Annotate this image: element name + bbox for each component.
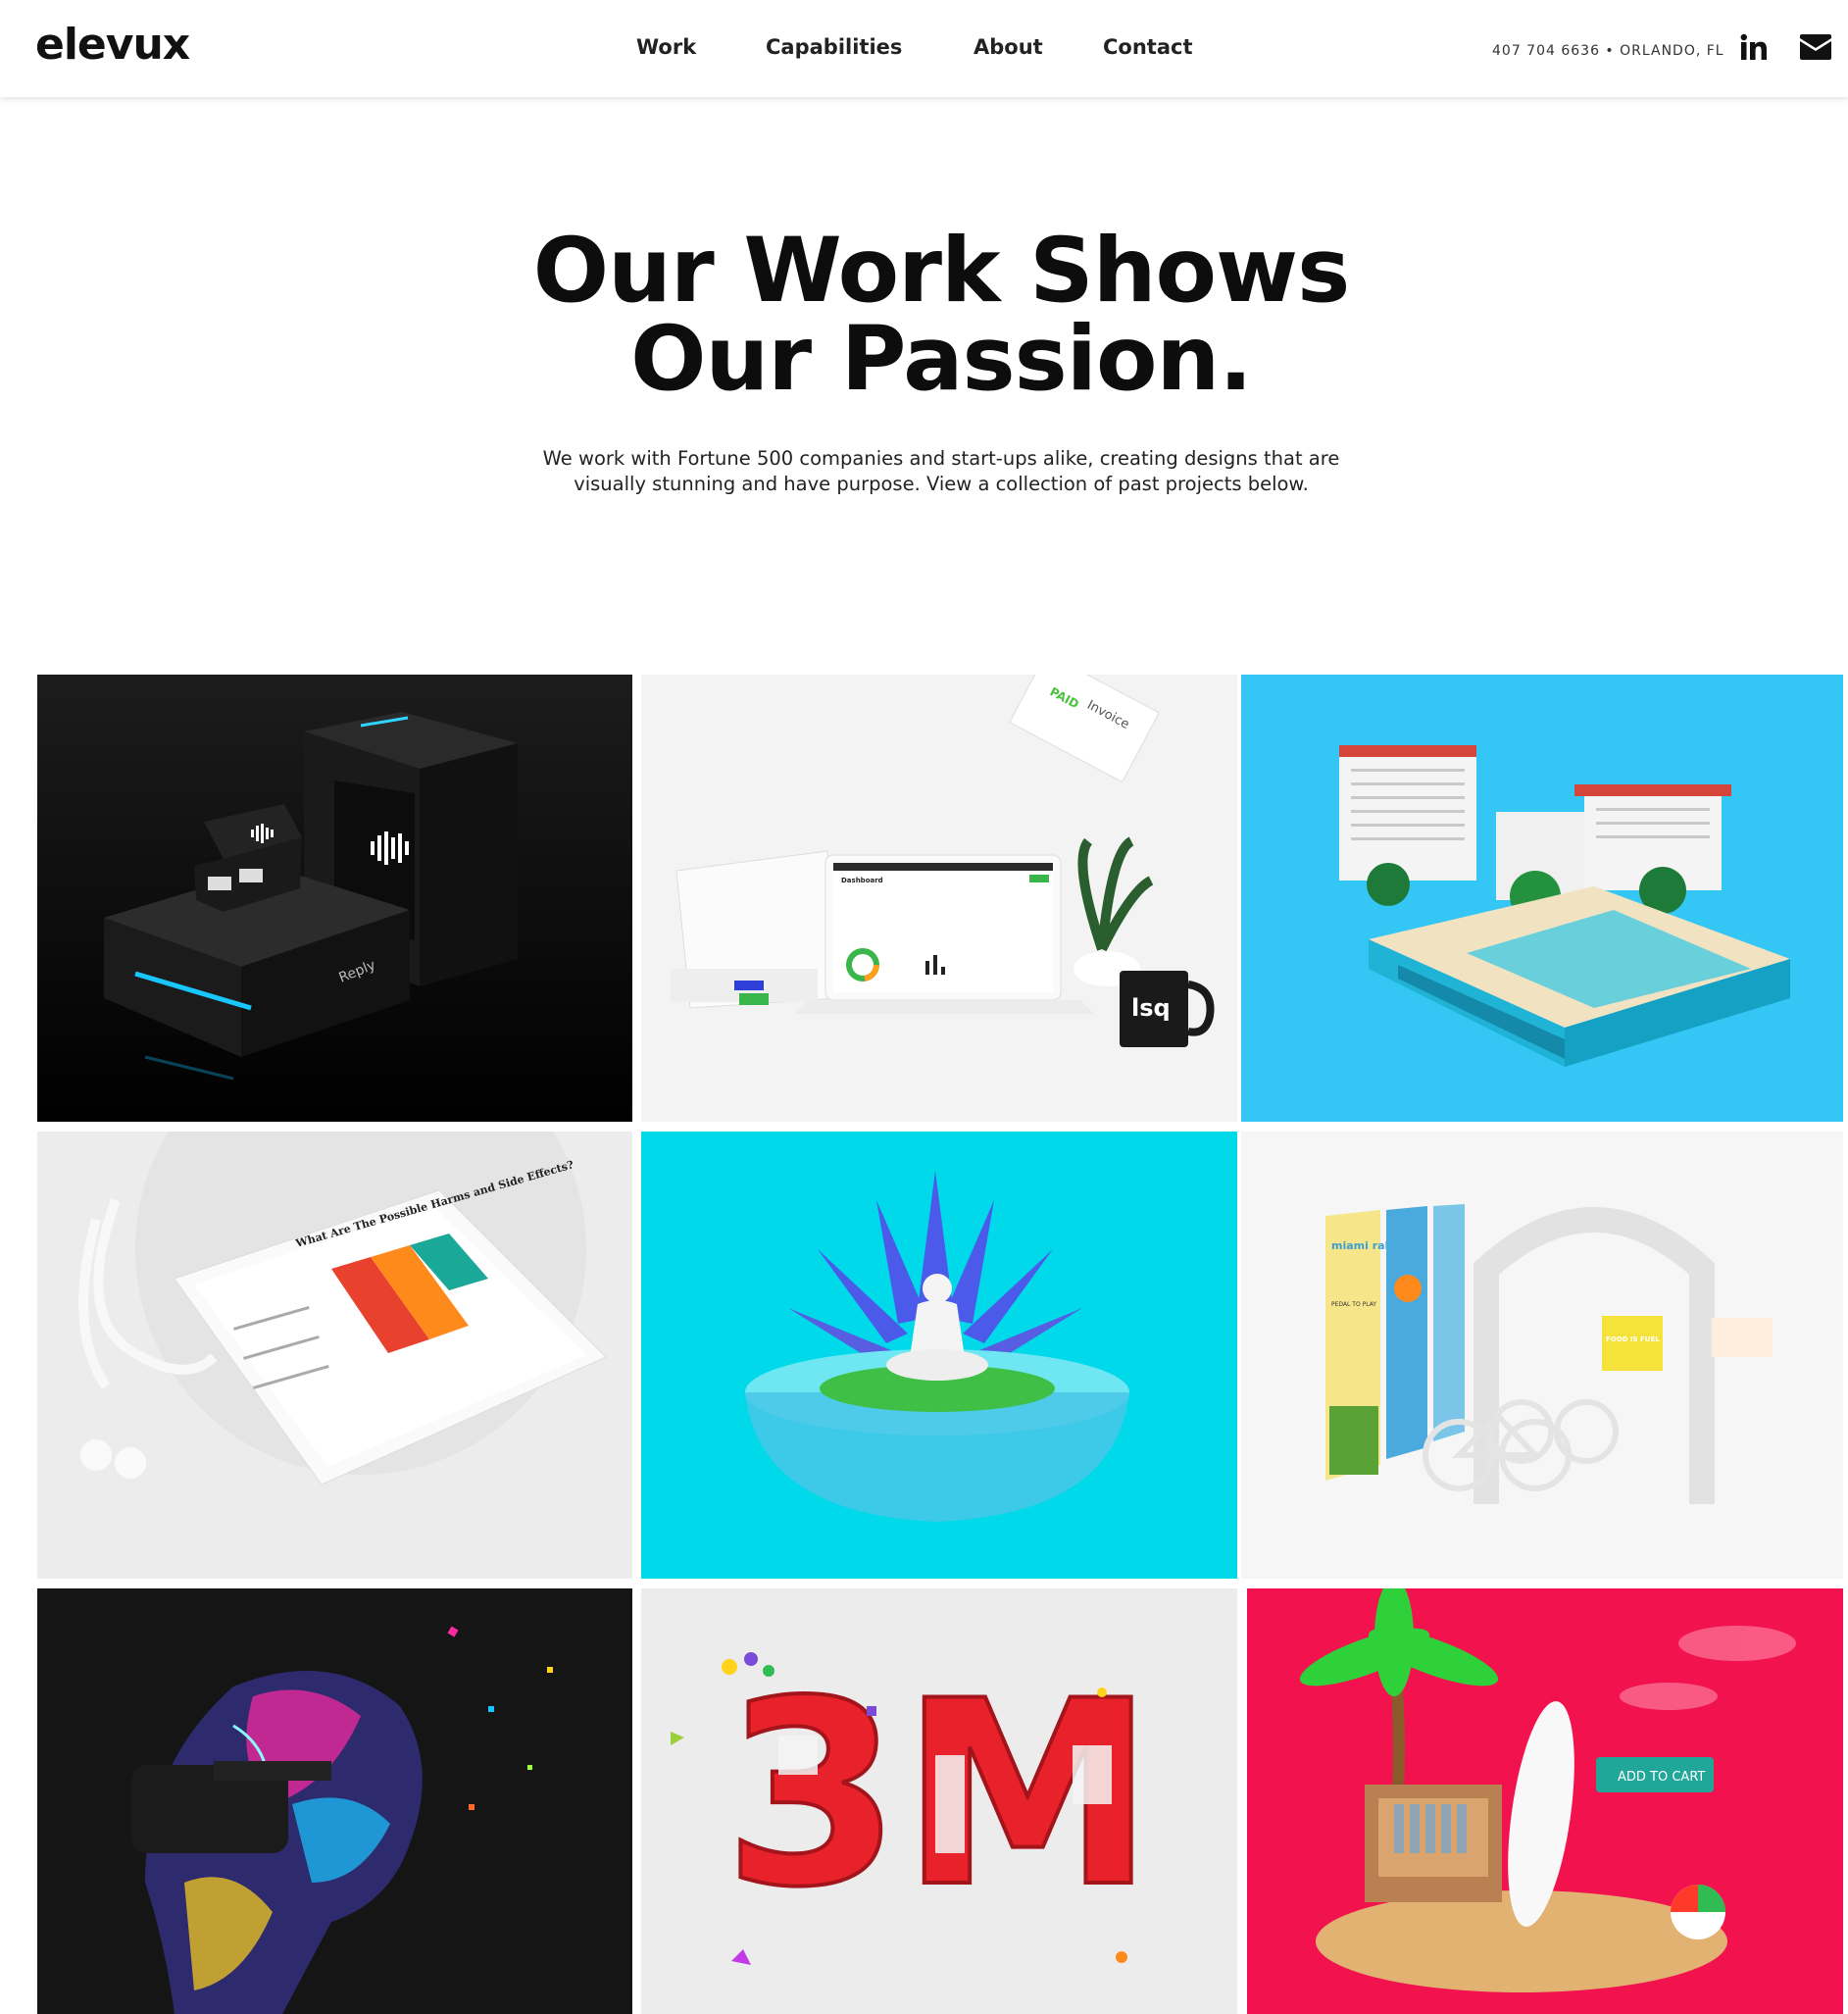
nav-item-work[interactable]: Work: [636, 35, 696, 59]
3m-illustration: 3M: [641, 1588, 1237, 2014]
lsq-dashboard-illustration: Invoice PAID Dashboard lsq: [641, 675, 1237, 1122]
page-intro: We work with Fortune 500 companies and s…: [0, 446, 1848, 497]
page-intro-line-1: We work with Fortune 500 companies and s…: [542, 447, 1340, 470]
portfolio-tile-beach-shop[interactable]: ADD TO CART: [1247, 1588, 1843, 2014]
portfolio-tile-3m[interactable]: 3M: [641, 1588, 1237, 2014]
nav-item-about[interactable]: About: [974, 35, 1043, 59]
resort-island-illustration: [1241, 675, 1843, 1122]
poster-subtitle: PEDAL TO PLAY: [1331, 1301, 1376, 1308]
page-title-line-2: Our Passion.: [630, 308, 1253, 411]
site-header: elevux Work Capabilities About Contact 4…: [0, 0, 1848, 97]
miami-rally-illustration: miami rally PEDAL TO PLAY FOOD IS FUEL: [1241, 1132, 1843, 1579]
portfolio-tile-miami-rally[interactable]: miami rally PEDAL TO PLAY FOOD IS FUEL: [1241, 1132, 1843, 1579]
lsq-mug-text: lsq: [1131, 994, 1171, 1022]
linkedin-icon[interactable]: [1736, 29, 1772, 65]
beach-shop-illustration: ADD TO CART: [1247, 1588, 1843, 2014]
medical-tablet-illustration: What Are The Possible Harms and Side Eff…: [37, 1132, 632, 1579]
page-title: Our Work Shows Our Passion.: [0, 227, 1848, 404]
dashboard-title: Dashboard: [841, 877, 883, 884]
portfolio-tile-lsq[interactable]: Invoice PAID Dashboard lsq: [641, 675, 1237, 1122]
portfolio-tile-reply[interactable]: Reply: [37, 675, 632, 1122]
nav-item-capabilities[interactable]: Capabilities: [766, 35, 902, 59]
vr-headset-illustration: [37, 1588, 632, 2014]
phone-location: 407 704 6636 • ORLANDO, FL: [1492, 43, 1724, 59]
nav-item-contact[interactable]: Contact: [1103, 35, 1193, 59]
reply-box-illustration: Reply: [37, 675, 632, 1122]
portfolio-tile-medical[interactable]: What Are The Possible Harms and Side Eff…: [37, 1132, 632, 1579]
add-to-cart-text: ADD TO CART: [1618, 1770, 1705, 1785]
portfolio-tile-vr[interactable]: [37, 1588, 632, 2014]
page-title-line-1: Our Work Shows: [532, 220, 1351, 323]
screen-text: FOOD IS FUEL: [1606, 1335, 1660, 1343]
meditation-lotus-illustration: [641, 1132, 1237, 1579]
portfolio-tile-meditation[interactable]: [641, 1132, 1237, 1579]
envelope-icon[interactable]: [1798, 29, 1833, 65]
page-intro-line-2: visually stunning and have purpose. View…: [574, 473, 1309, 495]
portfolio-tile-resort[interactable]: [1241, 675, 1843, 1122]
